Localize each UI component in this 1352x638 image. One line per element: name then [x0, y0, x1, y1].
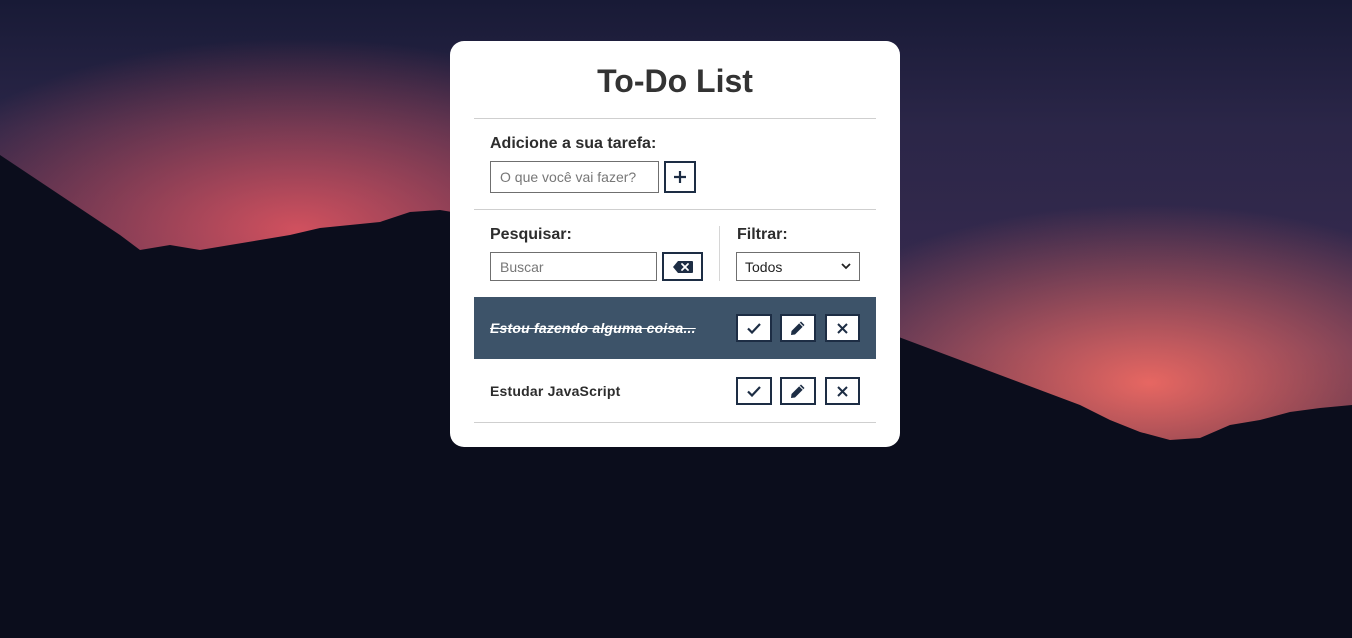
check-icon	[747, 385, 761, 397]
vertical-divider	[719, 226, 720, 281]
divider	[474, 422, 876, 423]
complete-todo-button[interactable]	[736, 377, 772, 405]
page-title: To-Do List	[597, 63, 753, 99]
todo-item: Estou fazendo alguma coisa...	[474, 297, 876, 359]
filter-label: Filtrar:	[737, 226, 788, 243]
divider	[474, 118, 876, 119]
edit-todo-button[interactable]	[780, 377, 816, 405]
add-task-input[interactable]	[490, 161, 659, 193]
close-icon	[837, 385, 848, 397]
edit-todo-button[interactable]	[780, 314, 816, 342]
todo-item: Estudar JavaScript	[474, 360, 876, 422]
add-task-label: Adicione a sua tarefa:	[490, 135, 657, 152]
clear-search-button[interactable]	[662, 252, 703, 281]
remove-todo-button[interactable]	[825, 314, 860, 342]
check-icon	[747, 322, 761, 334]
add-task-button[interactable]	[664, 161, 696, 193]
divider	[474, 209, 876, 210]
chevron-down-icon	[841, 263, 851, 270]
pencil-icon	[791, 321, 805, 335]
remove-todo-button[interactable]	[825, 377, 860, 405]
filter-select[interactable]: Todos	[736, 252, 860, 281]
plus-icon	[674, 171, 686, 183]
close-icon	[837, 322, 848, 334]
todo-item-text: Estou fazendo alguma coisa...	[490, 320, 696, 336]
backspace-icon	[672, 260, 693, 273]
search-input[interactable]	[490, 252, 657, 281]
pencil-icon	[791, 384, 805, 398]
search-label: Pesquisar:	[490, 226, 572, 243]
todo-item-text: Estudar JavaScript	[490, 383, 621, 399]
filter-selected-value: Todos	[745, 258, 783, 275]
complete-todo-button[interactable]	[736, 314, 772, 342]
todo-card: To-Do List Adicione a sua tarefa: Pesqui…	[450, 41, 900, 447]
